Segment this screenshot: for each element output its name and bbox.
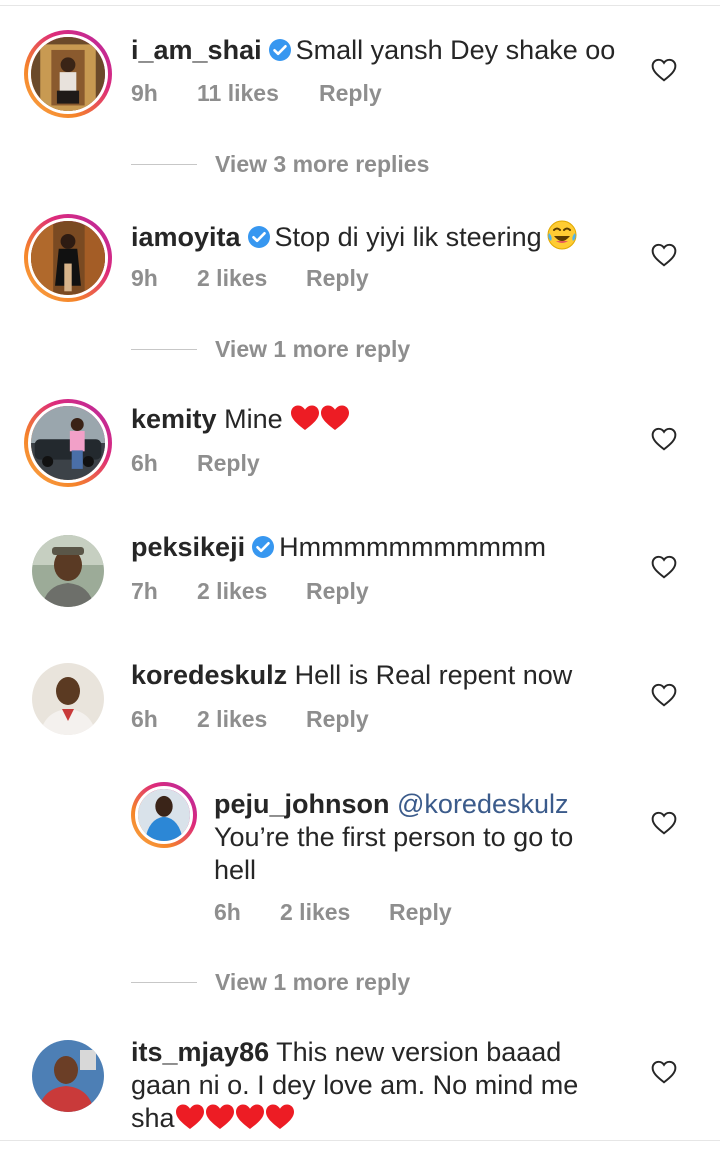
heart-outline-icon[interactable] xyxy=(651,427,677,451)
comment-meta: 6h 2 likes Reply xyxy=(131,706,369,733)
view-more-replies-button[interactable]: View 3 more replies xyxy=(131,149,429,179)
comment-body: iamoyita Stop di yiyi lik steering xyxy=(131,219,631,254)
username[interactable]: iamoyita xyxy=(131,222,241,252)
timestamp: 7h xyxy=(131,578,158,604)
heart-outline-icon[interactable] xyxy=(651,811,677,835)
likes-count[interactable]: 2 likes xyxy=(197,578,306,605)
heart-outline-icon[interactable] xyxy=(651,243,677,267)
comment-text: Hell is Real repent now xyxy=(294,660,573,690)
red-heart-emoji-icon xyxy=(321,405,350,430)
red-heart-emoji-icon xyxy=(205,1104,234,1129)
view-more-label: View 1 more reply xyxy=(215,335,411,362)
comment-meta: 9h 2 likes Reply xyxy=(131,265,369,292)
comment-text: sha xyxy=(131,1103,175,1133)
username[interactable]: koredeskulz xyxy=(131,660,287,690)
verified-badge-icon xyxy=(268,39,291,61)
view-more-label: View 3 more replies xyxy=(215,150,430,177)
comment-meta: 6h 2 likes Reply xyxy=(214,899,452,926)
likes-count[interactable]: 2 likes xyxy=(197,265,306,292)
red-heart-emoji-icon xyxy=(235,1104,264,1129)
avatar[interactable] xyxy=(24,30,112,118)
comment-text: Hmmmmmmmmmmm xyxy=(279,532,546,562)
comment-meta: 9h 11 likes Reply xyxy=(131,80,382,107)
comment-body: kemity Mine xyxy=(131,403,631,436)
comment-text: Small yansh Dey shake oo xyxy=(295,35,616,65)
comment-text: This new version baaad xyxy=(276,1037,562,1067)
avatar[interactable] xyxy=(32,1040,104,1112)
likes-count[interactable]: 2 likes xyxy=(197,706,306,733)
timestamp: 9h xyxy=(131,265,158,291)
comment-text: gaan ni o. I dey love am. No mind me xyxy=(131,1070,579,1100)
reply-button[interactable]: Reply xyxy=(306,265,369,292)
timestamp: 6h xyxy=(131,450,158,476)
comment-text: Stop di yiyi lik steering xyxy=(274,222,542,252)
red-heart-emoji-icon xyxy=(291,405,320,430)
avatar[interactable] xyxy=(24,214,112,302)
reply-button[interactable]: Reply xyxy=(306,706,369,733)
username[interactable]: peju_johnson xyxy=(214,789,390,819)
timestamp: 6h xyxy=(131,706,158,732)
comment-body: peksikeji Hmmmmmmmmmmm xyxy=(131,531,631,564)
heart-outline-icon[interactable] xyxy=(651,1060,677,1084)
heart-outline-icon[interactable] xyxy=(651,683,677,707)
comment-body: peju_johnson @koredeskulz You’re the fir… xyxy=(214,788,634,887)
timestamp: 6h xyxy=(214,899,241,925)
divider-line xyxy=(131,348,197,350)
likes-count[interactable]: 2 likes xyxy=(280,899,389,926)
timestamp: 9h xyxy=(131,80,158,106)
reply-button[interactable]: Reply xyxy=(319,80,382,107)
bottom-divider xyxy=(0,1140,720,1141)
username[interactable]: peksikeji xyxy=(131,532,245,562)
username[interactable]: kemity xyxy=(131,404,217,434)
mention-link[interactable]: @koredeskulz xyxy=(397,789,568,819)
username[interactable]: its_mjay86 xyxy=(131,1037,269,1067)
heart-outline-icon[interactable] xyxy=(651,58,677,82)
comment-body: i_am_shai Small yansh Dey shake oo xyxy=(131,34,631,67)
divider-line xyxy=(131,163,197,165)
verified-badge-icon xyxy=(247,226,270,248)
red-heart-emoji-icon xyxy=(265,1104,294,1129)
verified-badge-icon xyxy=(252,536,275,558)
avatar[interactable] xyxy=(131,782,197,848)
comment-text: hell xyxy=(214,855,257,885)
view-more-replies-button[interactable]: View 1 more reply xyxy=(131,334,410,364)
view-more-replies-button[interactable]: View 1 more reply xyxy=(131,967,410,997)
reply-button[interactable]: Reply xyxy=(389,899,452,926)
avatar[interactable] xyxy=(24,399,112,487)
likes-count[interactable]: 11 likes xyxy=(197,80,319,107)
comment-text: Mine xyxy=(224,404,283,434)
top-divider xyxy=(0,0,720,6)
comment-body: koredeskulz Hell is Real repent now xyxy=(131,659,631,692)
avatar[interactable] xyxy=(32,663,104,735)
comment-meta: 6h Reply xyxy=(131,450,260,477)
red-heart-emoji-icon xyxy=(175,1104,204,1129)
laughing-tears-emoji-icon xyxy=(547,220,577,250)
divider-line xyxy=(131,981,197,983)
comment-text: You’re the first person to go to xyxy=(214,822,574,852)
view-more-label: View 1 more reply xyxy=(215,968,411,995)
comment-body: its_mjay86 This new version baaad gaan n… xyxy=(131,1036,631,1135)
reply-button[interactable]: Reply xyxy=(306,578,369,605)
reply-button[interactable]: Reply xyxy=(197,450,260,477)
avatar[interactable] xyxy=(32,535,104,607)
heart-outline-icon[interactable] xyxy=(651,555,677,579)
comment-meta: 7h 2 likes Reply xyxy=(131,578,369,605)
username[interactable]: i_am_shai xyxy=(131,35,262,65)
